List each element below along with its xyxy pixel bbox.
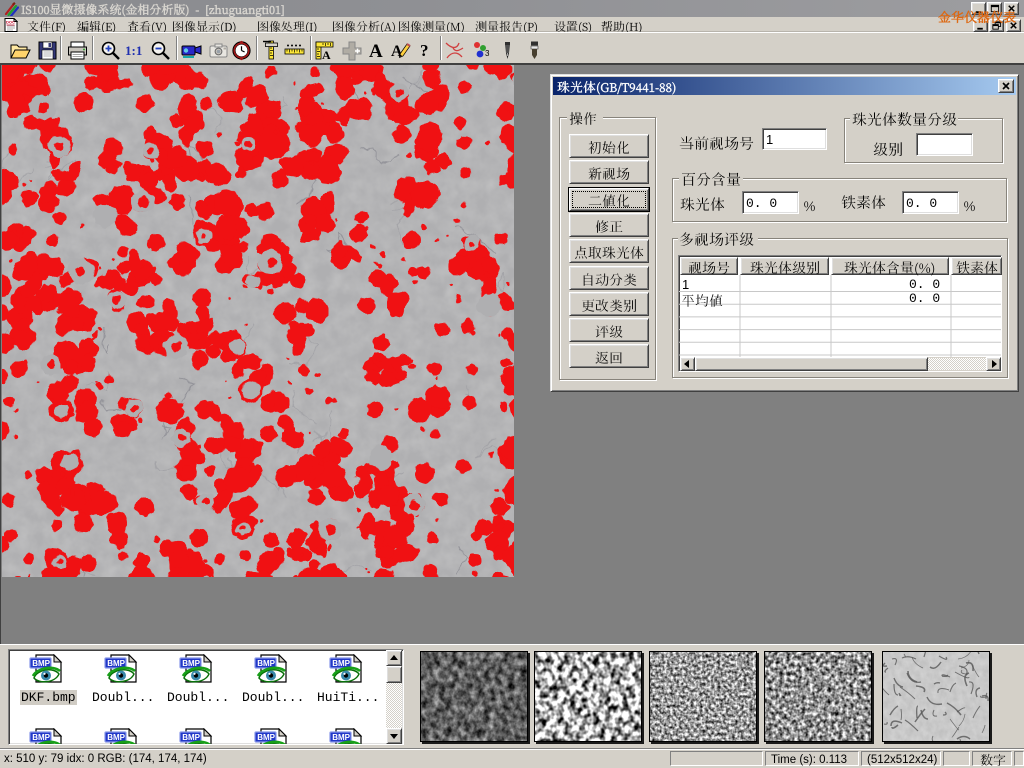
svg-text:1:1: 1:1 — [125, 43, 142, 58]
svg-text:A: A — [391, 43, 403, 60]
svg-text:A: A — [369, 41, 383, 61]
svg-text:3: 3 — [485, 49, 490, 58]
svg-text:A: A — [322, 48, 331, 61]
svg-text:?: ? — [420, 41, 429, 60]
svg-text:DOC: DOC — [6, 20, 15, 25]
